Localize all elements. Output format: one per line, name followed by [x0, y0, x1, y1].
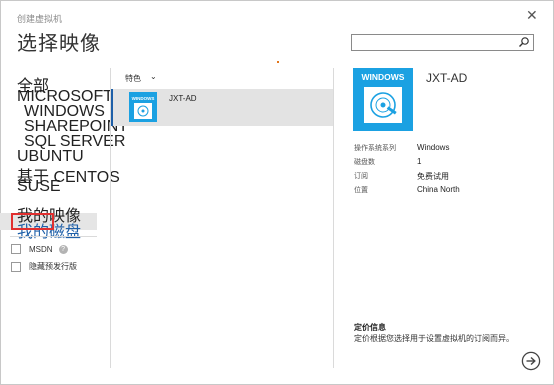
nav-item-suse[interactable]: SUSE: [17, 178, 61, 196]
sort-dropdown[interactable]: 特色: [125, 73, 141, 84]
hide-prerelease-label: 隐藏预发行版: [29, 262, 77, 271]
prop-value-location: China North: [417, 185, 460, 194]
hide-prerelease-checkbox[interactable]: [11, 261, 21, 272]
prop-label-disk-count: 磁盘数: [354, 159, 375, 166]
progress-dot: [277, 61, 279, 63]
wizard-window: [0, 0, 554, 385]
msdn-label: MSDN: [29, 244, 53, 254]
chevron-down-icon[interactable]: ⌄: [150, 72, 157, 81]
wizard-title: 创建虚拟机: [17, 14, 63, 24]
msdn-checkbox[interactable]: [11, 244, 21, 254]
nav-divider: [10, 236, 97, 237]
pricing-title: 定价信息: [354, 323, 386, 332]
close-icon[interactable]: ✕: [526, 7, 538, 24]
search-input[interactable]: [352, 37, 518, 53]
pricing-description: 定价根据您选择用于设置虚拟机的订阅而异。: [354, 334, 514, 343]
prop-value-os-family: Windows: [417, 143, 450, 152]
page-title: 选择映像: [17, 33, 101, 55]
svg-text:WINDOWS: WINDOWS: [132, 96, 155, 101]
hide-prerelease-filter[interactable]: 隐藏预发行版: [11, 261, 77, 272]
prop-label-location: 位置: [354, 187, 368, 194]
detail-title: JXT-AD: [426, 71, 468, 85]
windows-disk-icon: WINDOWS: [353, 68, 413, 131]
windows-disk-icon: WINDOWS: [129, 92, 157, 122]
prop-label-os-family: 操作系统系列: [354, 145, 396, 152]
selection-annotation-box: [11, 213, 54, 230]
next-arrow-icon[interactable]: [521, 351, 541, 371]
selection-bar: [111, 89, 113, 126]
image-list-item[interactable]: WINDOWS JXT-AD: [111, 89, 333, 126]
image-name: JXT-AD: [169, 94, 197, 103]
prop-value-subscription: 免费试用: [417, 172, 449, 181]
help-icon[interactable]: ?: [58, 244, 68, 254]
tile-label: WINDOWS: [362, 72, 405, 82]
column-divider: [333, 68, 334, 368]
search-field[interactable]: [351, 34, 534, 53]
prop-label-subscription: 订阅: [354, 173, 368, 180]
msdn-filter[interactable]: MSDN ?: [11, 244, 68, 254]
search-icon[interactable]: [518, 36, 530, 48]
prop-value-disk-count: 1: [417, 157, 422, 166]
